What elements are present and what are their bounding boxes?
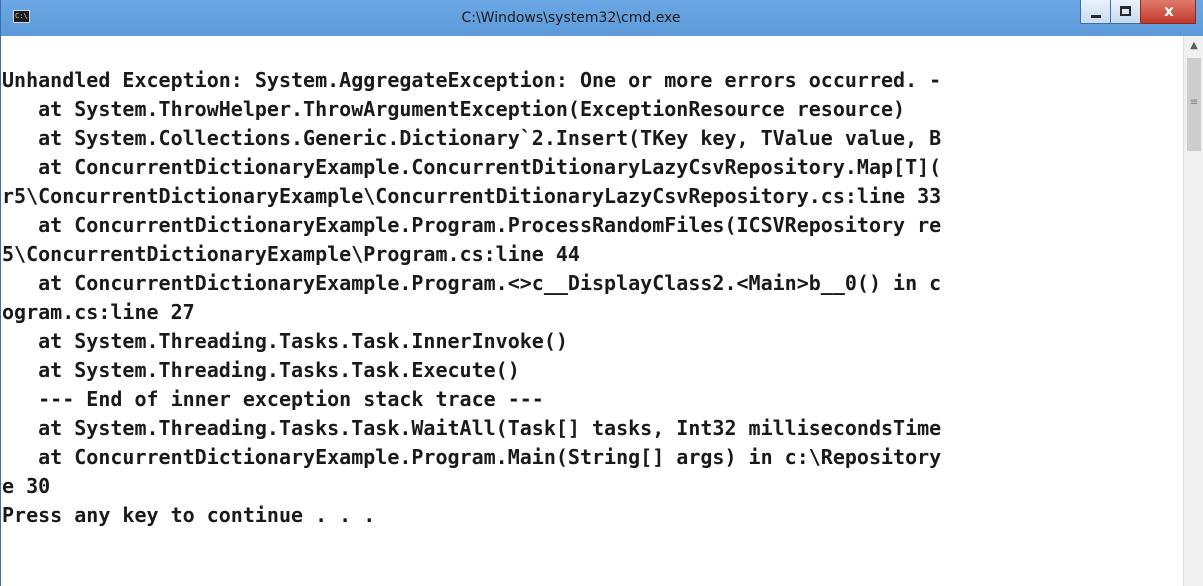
- window-title: C:\Windows\system32\cmd.exe: [461, 10, 681, 26]
- console-line: at ConcurrentDictionaryExample.Concurren…: [2, 155, 942, 179]
- console-line: 5\ConcurrentDictionaryExample\Program.cs…: [2, 242, 580, 266]
- console-line: e 30: [2, 474, 51, 498]
- scrollbar-thumb[interactable]: ≡: [1187, 58, 1201, 151]
- grip-icon: ≡: [1189, 97, 1199, 108]
- console-line: at ConcurrentDictionaryExample.Program.M…: [2, 445, 942, 469]
- maximize-button[interactable]: [1110, 0, 1140, 24]
- console-line: ogram.cs:line 27: [2, 300, 195, 324]
- console-line: at ConcurrentDictionaryExample.Program.<…: [2, 271, 942, 295]
- maximize-icon: [1120, 6, 1131, 16]
- console-line: at ConcurrentDictionaryExample.Program.P…: [2, 213, 942, 237]
- console-line: at System.Threading.Tasks.Task.WaitAll(T…: [2, 416, 942, 440]
- title-bar[interactable]: C:\ C:\Windows\system32\cmd.exe x: [1, 0, 1203, 36]
- cmd-window: C:\ C:\Windows\system32\cmd.exe x Unhand…: [0, 0, 1203, 586]
- console-line: at System.Threading.Tasks.Task.Execute(): [2, 358, 520, 382]
- console-line: at System.Threading.Tasks.Task.InnerInvo…: [2, 329, 568, 353]
- minimize-icon: [1091, 15, 1101, 18]
- console-line: --- End of inner exception stack trace -…: [2, 387, 544, 411]
- close-button[interactable]: x: [1140, 0, 1196, 24]
- close-icon: x: [1164, 2, 1174, 20]
- console-line: at System.ThrowHelper.ThrowArgumentExcep…: [2, 97, 906, 121]
- console-line: Press any key to continue . . .: [2, 503, 376, 527]
- console-line: Unhandled Exception: System.AggregateExc…: [2, 68, 942, 92]
- console-line: at System.Collections.Generic.Dictionary…: [2, 126, 942, 150]
- console-output[interactable]: Unhandled Exception: System.AggregateExc…: [2, 36, 1182, 586]
- scroll-up-arrow-icon[interactable]: ▲: [1184, 36, 1203, 56]
- console-line: r5\ConcurrentDictionaryExample\Concurren…: [2, 184, 942, 208]
- vertical-scrollbar[interactable]: ▲ ≡: [1183, 36, 1203, 586]
- minimize-button[interactable]: [1080, 0, 1110, 24]
